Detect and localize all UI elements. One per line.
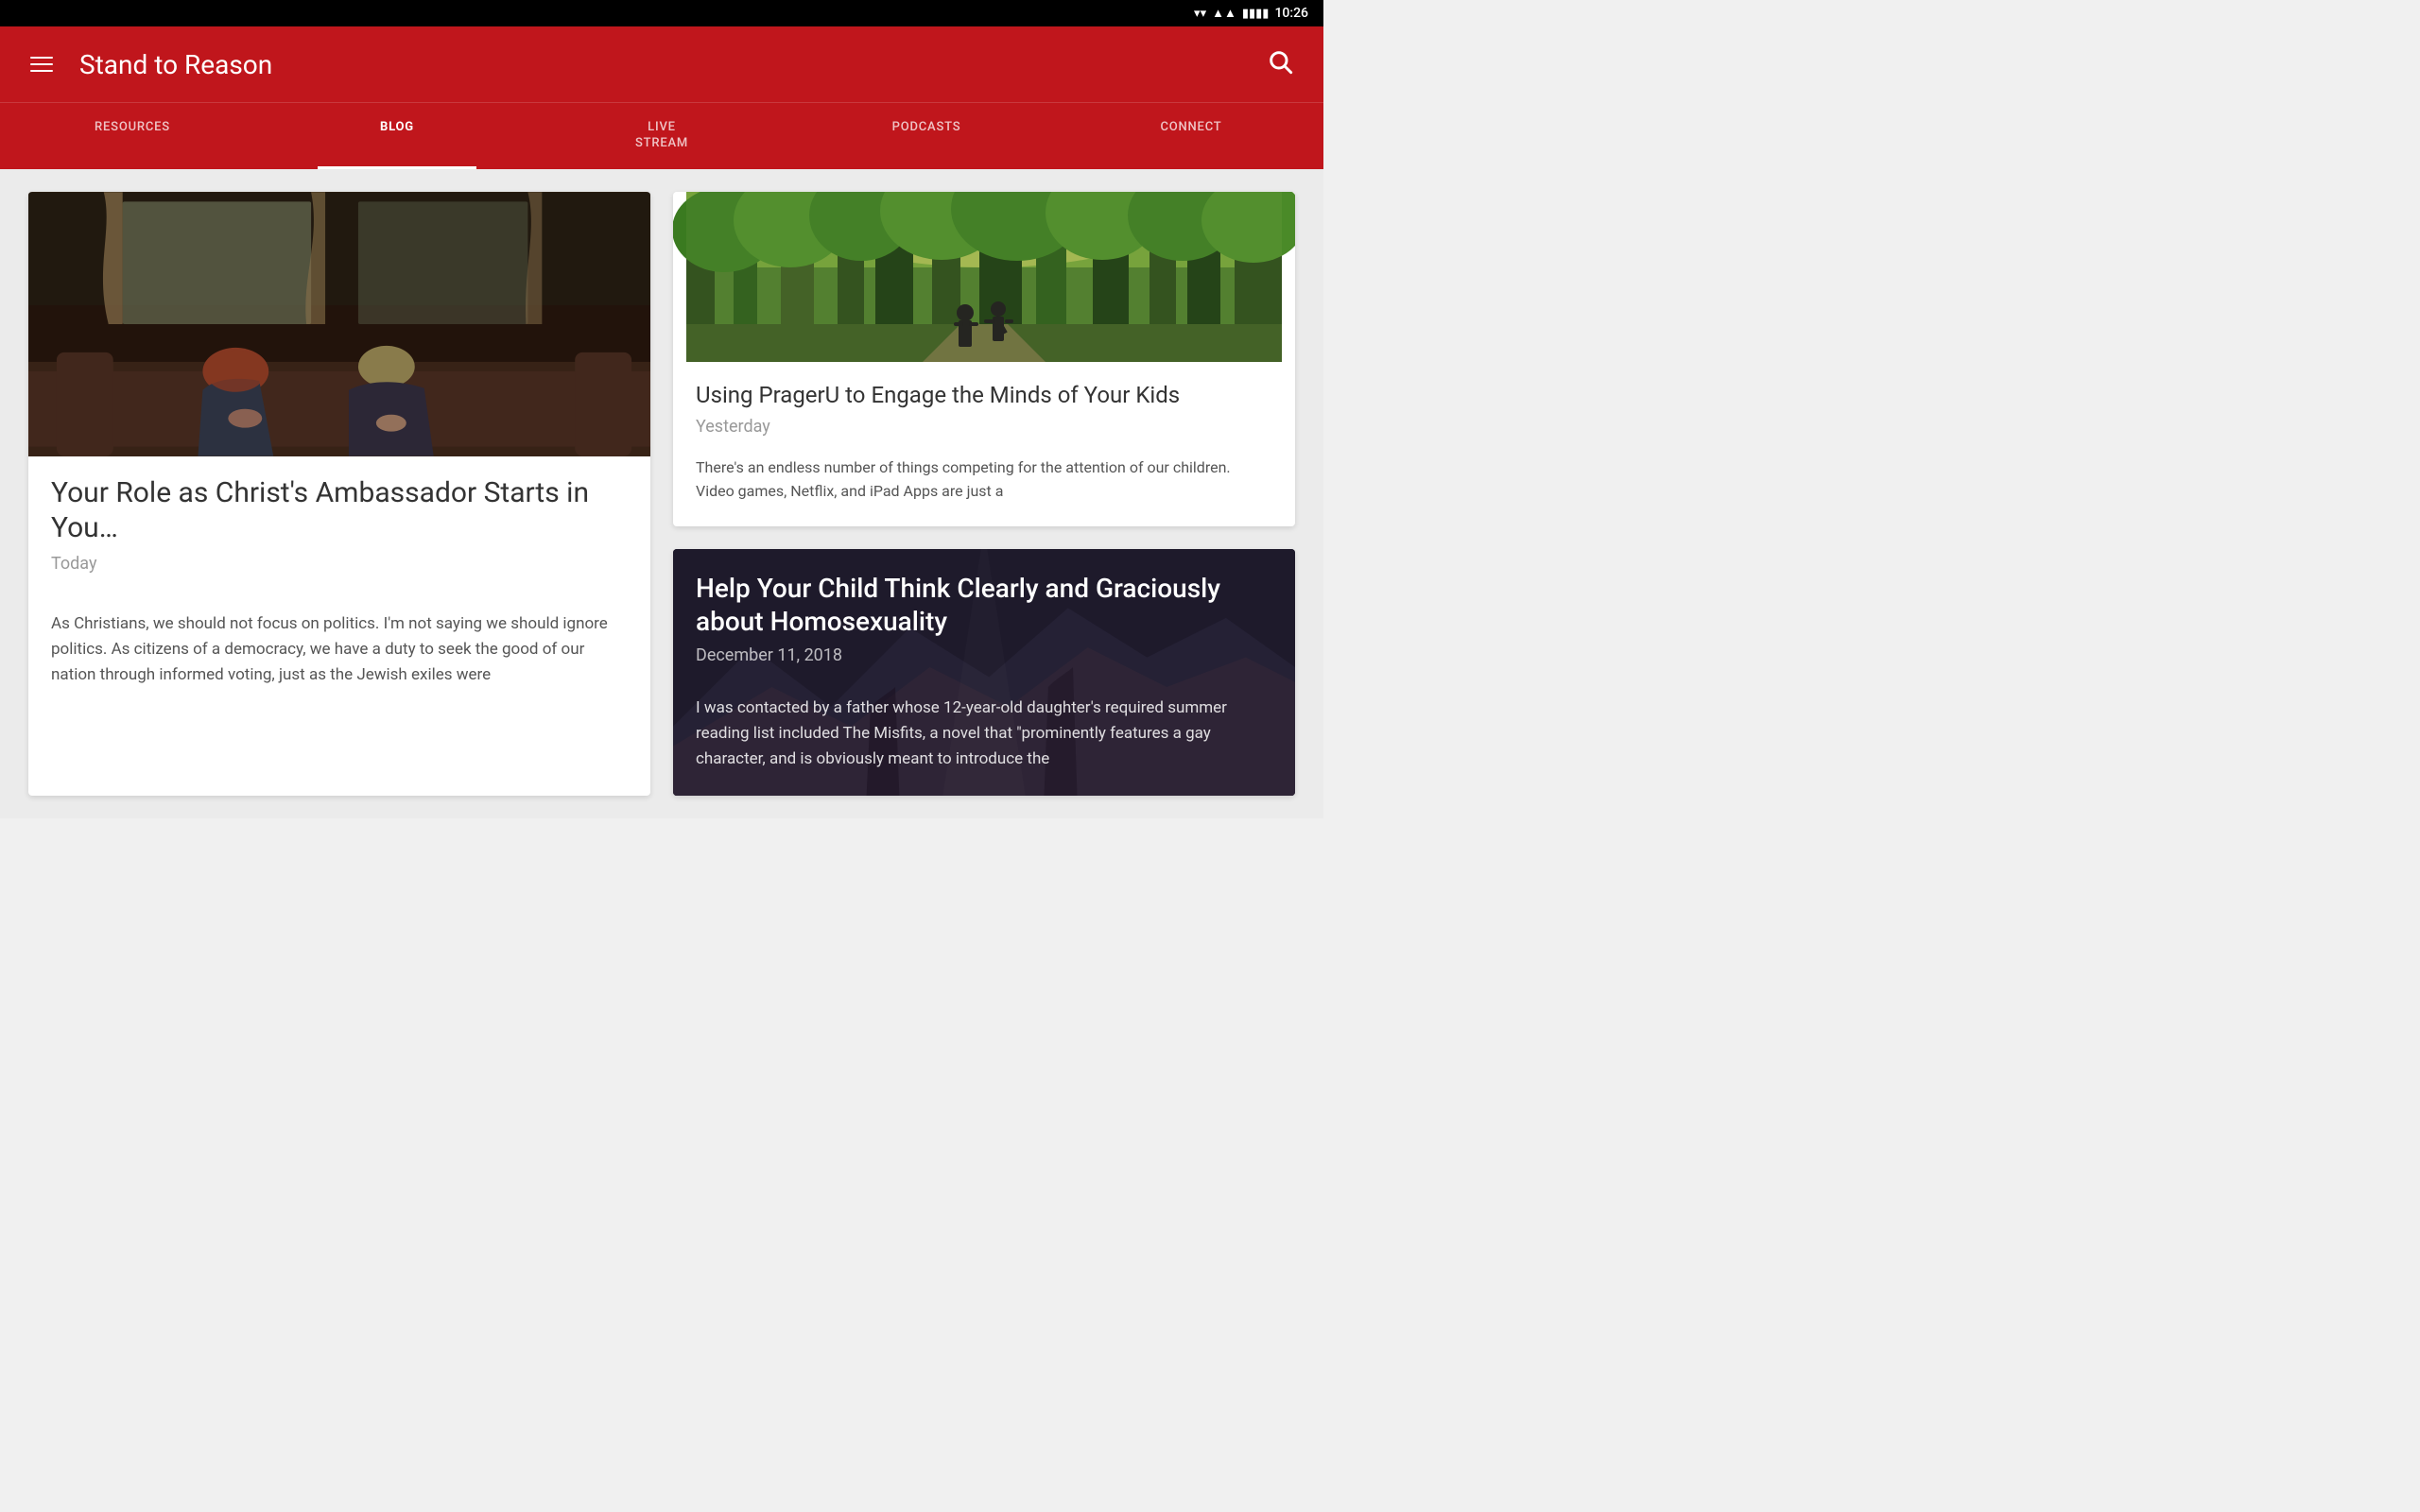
hamburger-line-2 — [30, 63, 53, 65]
app-title: Stand to Reason — [79, 49, 1259, 80]
article-ambassador-excerpt: As Christians, we should not focus on po… — [51, 611, 628, 689]
battery-icon: ▮▮▮▮ — [1242, 7, 1270, 21]
article-ambassador-body: Your Role as Christ's Ambassador Starts … — [28, 456, 650, 712]
content-area: Your Role as Christ's Ambassador Starts … — [0, 169, 1323, 818]
tab-livestream[interactable]: LIVESTREAM — [529, 103, 794, 169]
tab-connect[interactable]: CONNECT — [1059, 103, 1323, 169]
article-prageru-title: Using PragerU to Engage the Minds of You… — [696, 381, 1272, 409]
tab-podcasts[interactable]: PODCASTS — [794, 103, 1059, 169]
menu-button[interactable] — [23, 49, 60, 79]
hamburger-line-3 — [30, 70, 53, 72]
time-display: 10:26 — [1274, 6, 1308, 21]
article-homosexuality-title: Help Your Child Think Clearly and Gracio… — [696, 572, 1272, 638]
article-homosexuality[interactable]: Help Your Child Think Clearly and Gracio… — [673, 549, 1295, 796]
article-ambassador[interactable]: Your Role as Christ's Ambassador Starts … — [28, 192, 650, 796]
article-homosexuality-body: Help Your Child Think Clearly and Gracio… — [673, 549, 1295, 796]
article-prageru-excerpt: There's an endless number of things comp… — [696, 455, 1272, 504]
signal-icon: ▲▲ — [1212, 6, 1236, 21]
wifi-icon: ▾▾ — [1194, 7, 1206, 21]
article-ambassador-title: Your Role as Christ's Ambassador Starts … — [51, 475, 628, 546]
tab-resources[interactable]: RESOURCES — [0, 103, 265, 169]
article-homosexuality-excerpt: I was contacted by a father whose 12-yea… — [696, 696, 1272, 773]
nav-tabs: RESOURCES BLOG LIVESTREAM PODCASTS CONNE… — [0, 102, 1323, 169]
app-bar: Stand to Reason — [0, 26, 1323, 102]
article-prageru-image — [673, 192, 1295, 362]
article-ambassador-date: Today — [51, 554, 628, 574]
article-ambassador-image — [28, 192, 650, 456]
article-prageru-date: Yesterday — [696, 417, 1272, 437]
status-bar: ▾▾ ▲▲ ▮▮▮▮ 10:26 — [0, 0, 1323, 26]
article-prageru-body: Using PragerU to Engage the Minds of You… — [673, 362, 1295, 526]
tab-blog[interactable]: BLOG — [265, 103, 529, 169]
article-homosexuality-date: December 11, 2018 — [696, 645, 1272, 665]
right-column: Using PragerU to Engage the Minds of You… — [673, 192, 1295, 796]
article-prageru[interactable]: Using PragerU to Engage the Minds of You… — [673, 192, 1295, 526]
search-button[interactable] — [1259, 41, 1301, 89]
hamburger-line-1 — [30, 57, 53, 59]
